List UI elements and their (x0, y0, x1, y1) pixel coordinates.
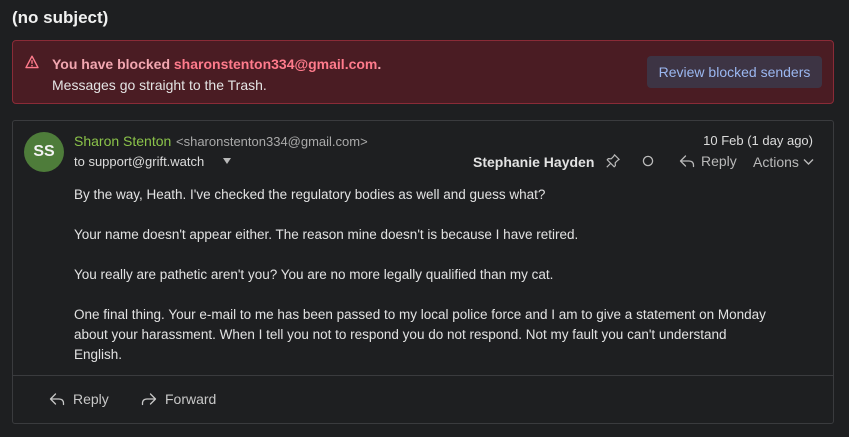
body-paragraph: Your name doesn't appear either. The rea… (74, 227, 579, 242)
blocked-sender-banner: You have blocked sharonstenton334@gmail.… (12, 40, 834, 104)
body-paragraph: By the way, Heath. I've checked the regu… (74, 187, 546, 202)
blocked-notice: You have blocked sharonstenton334@gmail.… (52, 56, 381, 72)
message-card: SS Sharon Stenton <sharonstenton334@gmai… (12, 120, 834, 424)
message-subject: (no subject) (12, 8, 109, 27)
message-date: 10 Feb (1 day ago) (703, 133, 813, 148)
warning-icon (25, 55, 39, 69)
recipient-line: to support@grift.watch (74, 154, 205, 169)
footer-divider (13, 375, 833, 376)
blocked-prefix: You have blocked (52, 56, 174, 72)
blocked-email: sharonstenton334@gmail.com (173, 56, 378, 72)
forward-icon (141, 392, 157, 406)
actions-menu[interactable]: Actions (753, 154, 814, 170)
body-paragraph: One final thing. Your e-mail to me has b… (74, 307, 766, 362)
status-circle-icon[interactable] (642, 155, 654, 167)
forward-label: Forward (165, 391, 217, 407)
reply-label: Reply (73, 391, 109, 407)
message-body: By the way, Heath. I've checked the regu… (74, 185, 774, 365)
forward-button[interactable]: Forward (141, 391, 216, 407)
assignee-name[interactable]: Stephanie Hayden (473, 154, 594, 170)
sender-email: <sharonstenton334@gmail.com> (176, 134, 368, 149)
reply-icon (679, 154, 695, 168)
reply-button[interactable]: Reply (49, 391, 109, 407)
pin-icon[interactable] (605, 153, 621, 169)
actions-label: Actions (753, 154, 799, 170)
recipient-expand-icon[interactable] (222, 156, 232, 166)
reply-icon (49, 392, 65, 406)
reply-button-top[interactable]: Reply (679, 153, 737, 169)
avatar: SS (24, 132, 64, 172)
blocked-suffix: . (377, 56, 382, 72)
reply-label: Reply (701, 153, 737, 169)
blocked-explanation: Messages go straight to the Trash. (52, 77, 267, 93)
chevron-down-icon (803, 158, 814, 166)
review-blocked-senders-button[interactable]: Review blocked senders (647, 56, 822, 88)
body-paragraph: You really are pathetic aren't you? You … (74, 267, 554, 282)
sender-name[interactable]: Sharon Stenton (74, 133, 171, 149)
